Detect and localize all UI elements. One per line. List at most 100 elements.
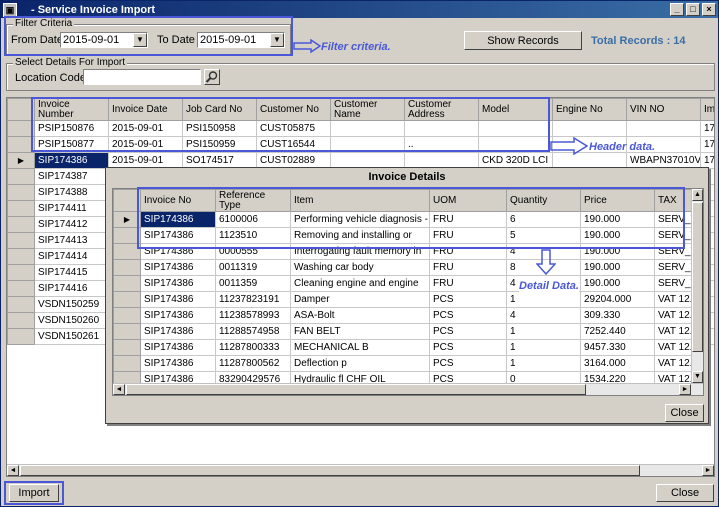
column-header[interactable]: VIN NO <box>626 98 701 121</box>
table-cell[interactable]: SIP174388 <box>34 184 109 201</box>
table-cell[interactable]: FAN BELT <box>290 323 430 340</box>
table-cell[interactable] <box>626 120 701 137</box>
table-row[interactable]: SIP174386 0011319 Washing car body FRU 8 190.… <box>113 259 694 276</box>
table-cell[interactable]: 1 <box>506 291 581 308</box>
row-header[interactable] <box>113 275 141 292</box>
table-cell[interactable] <box>552 120 627 137</box>
table-row[interactable]: SIP174386 11238578993 ASA-Bolt PCS 4 309.330 V… <box>113 307 694 324</box>
table-cell[interactable]: 190.000 <box>580 259 655 276</box>
row-header[interactable] <box>7 296 35 313</box>
scroll-left-icon[interactable]: ◄ <box>113 384 125 395</box>
show-records-button[interactable]: Show Records <box>464 31 582 50</box>
table-cell[interactable]: Cleaning engine and engine <box>290 275 430 292</box>
table-cell[interactable]: VSDN150259 <box>34 296 109 313</box>
row-header[interactable] <box>7 232 35 249</box>
location-code-input[interactable] <box>83 69 201 85</box>
table-row[interactable]: SIP174386 11287800562 Deflection p PCS 1 3164… <box>113 355 694 372</box>
table-cell[interactable]: SIP174386 <box>140 323 216 340</box>
close-window-button[interactable]: × <box>702 3 716 16</box>
table-cell[interactable]: FRU <box>429 259 507 276</box>
detail-vertical-scrollbar[interactable]: ▲ ▼ <box>691 189 703 383</box>
table-row[interactable]: SIP174386 0011359 Cleaning engine and engi… <box>113 275 694 292</box>
table-cell[interactable]: SIP174414 <box>34 248 109 265</box>
row-header[interactable] <box>113 259 141 276</box>
table-cell[interactable]: SERV_TA <box>654 275 694 292</box>
row-header[interactable] <box>113 355 141 372</box>
row-header[interactable] <box>113 307 141 324</box>
table-cell[interactable]: 1 <box>506 355 581 372</box>
table-cell[interactable]: 1 <box>506 339 581 356</box>
table-cell[interactable]: 3164.000 <box>580 355 655 372</box>
scroll-thumb[interactable] <box>126 384 586 395</box>
column-header[interactable]: Engine No <box>552 98 627 121</box>
row-header[interactable] <box>7 312 35 329</box>
scroll-thumb[interactable] <box>20 465 640 476</box>
table-cell[interactable]: VAT 12.5 <box>654 291 694 308</box>
table-cell[interactable]: SIP174386 <box>140 291 216 308</box>
table-cell[interactable]: SIP174386 <box>140 307 216 324</box>
table-cell[interactable]: 17 <box>700 120 714 137</box>
table-cell[interactable]: 11288574958 <box>215 323 291 340</box>
table-cell[interactable]: SIP174386 <box>34 152 109 169</box>
scroll-down-icon[interactable]: ▼ <box>692 371 703 383</box>
row-header[interactable] <box>7 216 35 233</box>
table-cell[interactable]: 29204.000 <box>580 291 655 308</box>
row-header[interactable] <box>7 264 35 281</box>
table-cell[interactable]: SIP174415 <box>34 264 109 281</box>
table-cell[interactable]: Washing car body <box>290 259 430 276</box>
row-header[interactable] <box>7 328 35 345</box>
table-cell[interactable]: 17 <box>700 136 714 153</box>
table-cell[interactable]: SIP174412 <box>34 216 109 233</box>
scroll-thumb[interactable] <box>692 202 703 352</box>
row-header[interactable] <box>7 168 35 185</box>
row-header[interactable] <box>7 200 35 217</box>
table-cell[interactable]: SIP174411 <box>34 200 109 217</box>
table-cell[interactable]: Deflection p <box>290 355 430 372</box>
table-row[interactable]: SIP174386 11288574958 FAN BELT PCS 1 7252.440… <box>113 323 694 340</box>
table-cell[interactable]: SIP174387 <box>34 168 109 185</box>
table-cell[interactable]: 9457.330 <box>580 339 655 356</box>
column-header[interactable]: Im R <box>700 98 714 121</box>
table-cell[interactable]: SERV_TA <box>654 259 694 276</box>
scroll-right-icon[interactable]: ► <box>679 384 691 395</box>
row-header[interactable] <box>113 291 141 308</box>
row-header[interactable] <box>7 184 35 201</box>
header-horizontal-scrollbar[interactable]: ◄ ► <box>7 464 714 476</box>
scroll-up-icon[interactable]: ▲ <box>692 189 703 201</box>
row-header[interactable] <box>113 339 141 356</box>
table-cell[interactable]: MECHANICAL B <box>290 339 430 356</box>
table-cell[interactable]: 309.330 <box>580 307 655 324</box>
row-header[interactable] <box>7 248 35 265</box>
table-cell[interactable]: VSDN150261 <box>34 328 109 345</box>
table-cell[interactable]: PCS <box>429 339 507 356</box>
table-cell[interactable]: 0011359 <box>215 275 291 292</box>
table-cell[interactable]: VAT 12.5 <box>654 307 694 324</box>
table-cell[interactable]: SIP174413 <box>34 232 109 249</box>
table-cell[interactable]: Damper <box>290 291 430 308</box>
row-pointer-icon[interactable]: ▶ <box>7 152 35 169</box>
minimize-button[interactable]: _ <box>670 3 684 16</box>
table-cell[interactable]: PCS <box>429 323 507 340</box>
table-cell[interactable]: 190.000 <box>580 275 655 292</box>
maximize-button[interactable]: □ <box>686 3 700 16</box>
table-cell[interactable]: 7252.440 <box>580 323 655 340</box>
search-button[interactable] <box>204 69 220 85</box>
row-header[interactable] <box>113 323 141 340</box>
table-cell[interactable]: VAT 12.5 <box>654 323 694 340</box>
table-cell[interactable]: VAT 12.5 <box>654 339 694 356</box>
table-cell[interactable]: SIP174386 <box>140 275 216 292</box>
table-cell[interactable]: FRU <box>429 275 507 292</box>
table-cell[interactable]: SIP174386 <box>140 339 216 356</box>
table-row[interactable]: SIP174386 11237823191 Damper PCS 1 29204.000 V… <box>113 291 694 308</box>
table-cell[interactable]: 4 <box>506 307 581 324</box>
table-cell[interactable]: 11287800562 <box>215 355 291 372</box>
table-cell[interactable]: SIP174386 <box>140 355 216 372</box>
table-row[interactable]: SIP174386 11287800333 MECHANICAL B PCS 1 9457… <box>113 339 694 356</box>
table-cell[interactable]: SIP174416 <box>34 280 109 297</box>
table-cell[interactable]: 11238578993 <box>215 307 291 324</box>
table-cell[interactable]: 11287800333 <box>215 339 291 356</box>
table-cell[interactable]: VAT 12.5 <box>654 355 694 372</box>
detail-horizontal-scrollbar[interactable]: ◄ ► <box>113 383 703 395</box>
table-cell[interactable]: PCS <box>429 307 507 324</box>
table-cell[interactable]: SIP174386 <box>140 259 216 276</box>
